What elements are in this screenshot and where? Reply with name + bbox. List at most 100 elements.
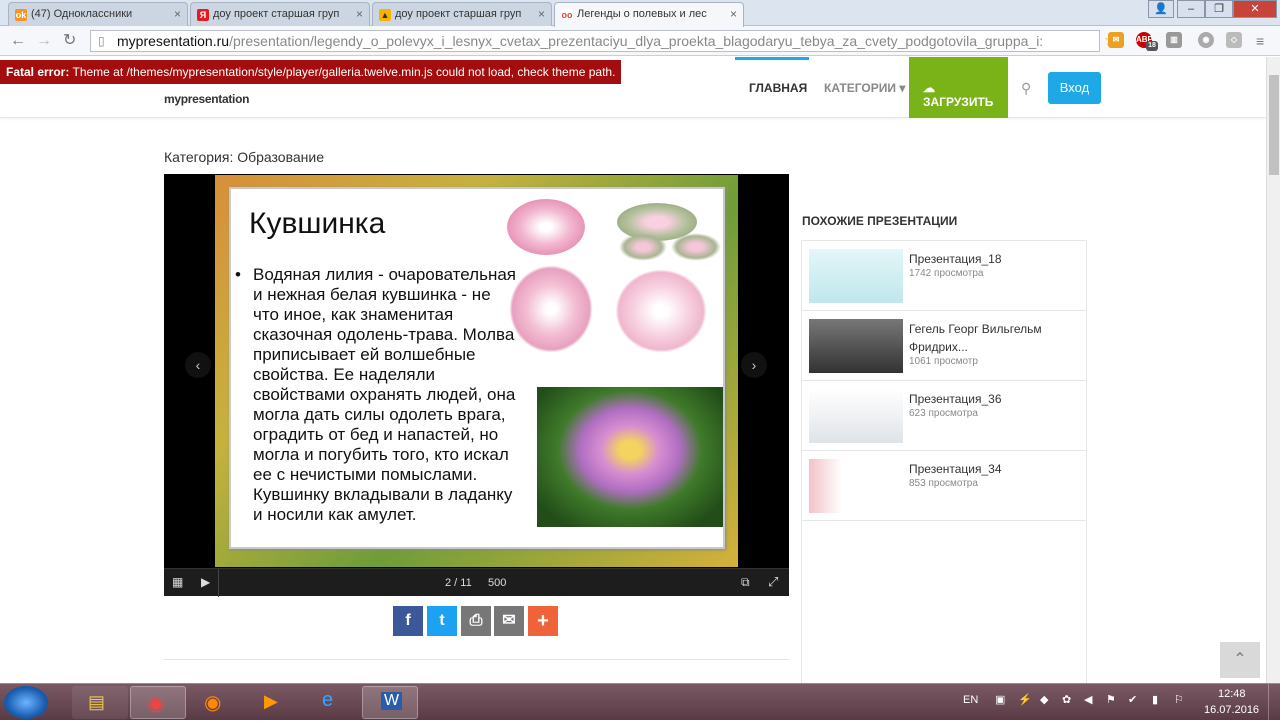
similar-item[interactable]: Презентация_34 853 просмотра xyxy=(802,451,1086,521)
similar-title: Презентация_36 xyxy=(909,392,1002,406)
tab-project-2[interactable]: ▲ доу проект старшая груп × xyxy=(372,2,552,26)
play-icon[interactable]: ▶ xyxy=(201,575,210,589)
slide-player: Кувшинка • Водяная лилия - очаровательна… xyxy=(164,174,789,597)
upload-button[interactable]: ☁ ЗАГРУЗИТЬ xyxy=(909,57,1008,118)
adblock-badge: 18 xyxy=(1146,41,1158,51)
shield-icon[interactable]: ◇ xyxy=(1226,32,1242,48)
close-window-button[interactable]: ✕ xyxy=(1233,0,1277,18)
barcode-icon[interactable]: ▥ xyxy=(1166,32,1182,48)
logo-text: mypresentation xyxy=(164,92,250,106)
explorer-icon[interactable]: ▤ xyxy=(72,686,128,719)
similar-list: Презентация_18 1742 просмотра Гегель Гео… xyxy=(801,240,1087,683)
tab-title: (47) Одноклассники xyxy=(31,8,133,20)
thumbnail xyxy=(809,459,903,513)
extension-icon[interactable]: ✉ xyxy=(1108,32,1124,48)
similar-views: 1061 просмотр xyxy=(909,356,978,367)
word-icon[interactable]: W xyxy=(362,686,418,719)
chrome-icon[interactable]: ◉ xyxy=(130,686,186,719)
bullet: • xyxy=(235,265,241,284)
next-slide-button[interactable]: › xyxy=(741,352,767,378)
slide-counter: 2 / 11 xyxy=(445,577,472,589)
extension-icon[interactable]: ◉ xyxy=(1198,32,1214,48)
ie-icon[interactable]: e xyxy=(304,686,360,719)
nav-categories[interactable]: КАТЕГОРИИ ▾ xyxy=(824,81,905,95)
tab-title: доу проект старшая груп xyxy=(213,8,340,20)
odnoklassniki-icon: ok xyxy=(15,9,27,21)
tab-legends[interactable]: oo Легенды о полевых и лес × xyxy=(554,2,744,27)
close-icon[interactable]: × xyxy=(356,7,363,21)
menu-icon[interactable]: ≡ xyxy=(1256,31,1264,51)
site-logo[interactable]: oo mypresentation xyxy=(164,68,250,106)
browser-tab-bar: ok (47) Одноклассники × Я доу проект ста… xyxy=(0,0,1280,27)
fullscreen-icon[interactable]: ⤢ xyxy=(768,574,778,590)
media-player-icon[interactable]: ▶ xyxy=(246,686,302,719)
url-path: /presentation/legendy_o_polevyx_i_lesnyx… xyxy=(229,33,1044,49)
login-button[interactable]: Вход xyxy=(1048,72,1101,104)
tab-title: Легенды о полевых и лес xyxy=(577,8,707,20)
close-icon[interactable]: × xyxy=(730,7,737,21)
scroll-to-top-button[interactable]: ⌃ xyxy=(1220,642,1260,678)
scrollbar-thumb[interactable] xyxy=(1269,75,1279,175)
tab-odnoklassniki[interactable]: ok (47) Одноклассники × xyxy=(8,2,188,26)
close-icon[interactable]: × xyxy=(174,7,181,21)
fatal-error-banner: Fatal error: Theme at /themes/mypresenta… xyxy=(0,60,622,84)
tab-project-1[interactable]: Я доу проект старшая груп × xyxy=(190,2,370,26)
reload-icon[interactable]: ↻ xyxy=(63,31,76,51)
forward-icon[interactable]: → xyxy=(36,31,52,51)
yandex-icon: Я xyxy=(197,9,209,21)
divider xyxy=(218,569,219,597)
page-icon: ▯ xyxy=(98,34,105,48)
similar-item[interactable]: Гегель Георг Вильгельм Фридрих... 1061 п… xyxy=(802,311,1086,381)
tray-icon[interactable]: ⚡ xyxy=(1018,693,1032,706)
address-toolbar: ← → ↻ ▯ mypresentation.ru/presentation/l… xyxy=(0,26,1280,56)
minimize-button[interactable]: – xyxy=(1177,0,1205,18)
vertical-scrollbar[interactable] xyxy=(1266,57,1280,683)
tray-icon[interactable]: ▣ xyxy=(995,693,1005,706)
web-page: oo mypresentation ГЛАВНАЯ КАТЕГОРИИ ▾ ☁ … xyxy=(0,57,1266,683)
thumbnail xyxy=(809,319,903,373)
popout-icon[interactable]: ⧉ xyxy=(741,575,750,590)
tray-icon[interactable]: ⚑ xyxy=(1106,693,1116,706)
active-nav-indicator xyxy=(735,57,809,60)
grid-icon[interactable]: ▦ xyxy=(172,575,183,589)
slide-content: Кувшинка • Водяная лилия - очаровательна… xyxy=(229,187,725,549)
firefox-icon[interactable]: ◉ xyxy=(188,686,244,719)
tray-icon[interactable]: ✿ xyxy=(1062,693,1071,706)
category-label: Категория: Образование xyxy=(164,149,325,165)
flag-icon[interactable]: ⚐ xyxy=(1174,693,1184,706)
start-button[interactable] xyxy=(4,686,48,719)
player-controls: ▦ ▶ 2 / 11 500 ⧉ ⤢ xyxy=(164,568,789,597)
volume-icon[interactable]: ◀ xyxy=(1084,693,1092,706)
prev-slide-button[interactable]: ‹ xyxy=(185,352,211,378)
user-icon[interactable]: 👤 xyxy=(1148,0,1174,18)
thumbnail xyxy=(809,389,903,443)
facebook-icon[interactable]: f xyxy=(393,606,423,636)
more-share-icon[interactable]: + xyxy=(528,606,558,636)
language-indicator[interactable]: EN xyxy=(963,694,978,706)
water-lily-photo xyxy=(537,387,723,527)
similar-item[interactable]: Презентация_36 623 просмотра xyxy=(802,381,1086,451)
clock-date[interactable]: 16.07.2016 xyxy=(1204,704,1259,716)
url-domain: mypresentation.ru xyxy=(117,33,230,49)
url-bar[interactable]: ▯ mypresentation.ru/presentation/legendy… xyxy=(90,30,1100,52)
show-desktop-button[interactable] xyxy=(1268,684,1280,721)
similar-item[interactable]: Презентация_18 1742 просмотра xyxy=(802,241,1086,311)
back-icon[interactable]: ← xyxy=(10,31,26,51)
slide: Кувшинка • Водяная лилия - очаровательна… xyxy=(215,175,738,567)
clock-time[interactable]: 12:48 xyxy=(1218,688,1246,700)
tray-icon[interactable]: ◆ xyxy=(1040,693,1048,706)
email-icon[interactable]: ✉ xyxy=(494,606,524,636)
print-icon[interactable]: ⎙ xyxy=(461,606,491,636)
twitter-icon[interactable]: t xyxy=(427,606,457,636)
fatal-error-label: Fatal error: xyxy=(6,65,70,79)
upload-label: ЗАГРУЗИТЬ xyxy=(923,95,994,109)
close-icon[interactable]: × xyxy=(538,7,545,21)
tray-icon[interactable]: ✔ xyxy=(1128,693,1137,706)
maximize-button[interactable]: ❐ xyxy=(1205,0,1233,18)
network-icon[interactable]: ▮ xyxy=(1152,693,1158,706)
nav-home[interactable]: ГЛАВНАЯ xyxy=(749,81,807,95)
mypresentation-icon: oo xyxy=(561,9,573,21)
cloud-upload-icon: ☁ xyxy=(923,81,935,95)
similar-title: Презентация_34 xyxy=(909,462,1002,476)
search-icon[interactable]: ⚲ xyxy=(1021,80,1031,97)
